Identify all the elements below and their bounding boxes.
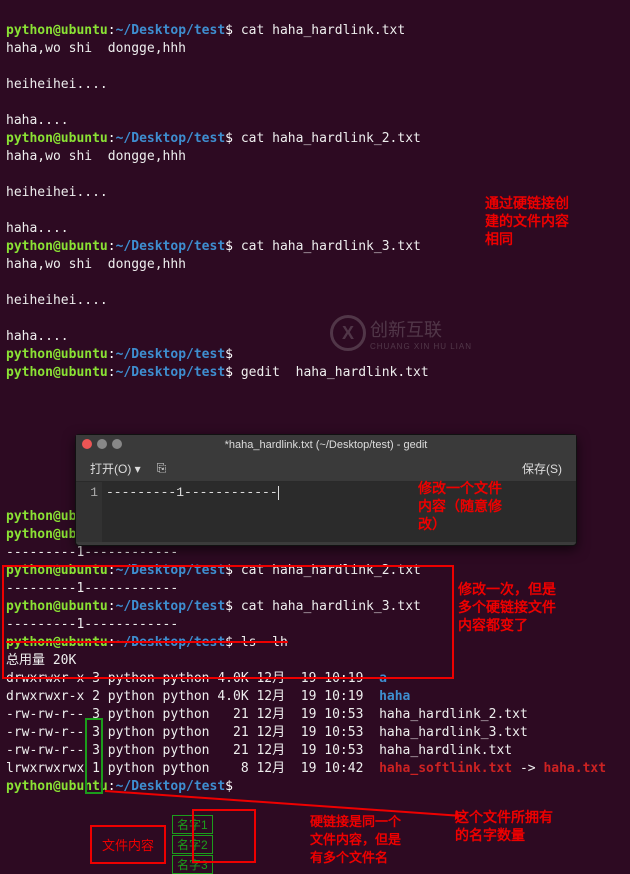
output-line: haha,wo shi dongge,hhh <box>6 257 186 272</box>
prompt: python@ubuntu:~/Desktop/test$ <box>6 599 233 614</box>
diagram-box: 文件内容 <box>90 825 166 864</box>
save-button[interactable]: 保存(S) <box>514 458 570 479</box>
annotation: 修改一个文件内容（随意修改） <box>418 479 502 533</box>
diagram-cell: 名字1 <box>172 815 213 834</box>
prompt: python@ubuntu:~/Desktop/test$ <box>6 563 233 578</box>
cmd: cat haha_hardlink_3.txt <box>241 239 421 254</box>
cmd: cat haha_hardlink_3.txt <box>241 599 421 614</box>
ls-row: -rw-rw-r-- 3 python python 21 12月 19 10:… <box>6 743 512 758</box>
close-icon[interactable] <box>82 439 92 449</box>
prompt: python@ubuntu:~/Desktop/test$ <box>6 239 233 254</box>
output-line: haha,wo shi dongge,hhh <box>6 149 186 164</box>
cmd: cat haha_hardlink_2.txt <box>241 563 421 578</box>
new-tab-icon[interactable]: ⎘ <box>149 459 175 478</box>
ls-row: lrwxrwxrwx 1 python python 8 12月 19 10:4… <box>6 761 606 776</box>
gedit-title: *haha_hardlink.txt (~/Desktop/test) - ge… <box>225 439 428 451</box>
prompt: python@ubuntu:~/Desktop/test$ <box>6 131 233 146</box>
open-button[interactable]: 打开(O) ▾ <box>82 458 149 479</box>
ls-row: drwxrwxr-x 2 python python 4.0K 12月 19 1… <box>6 689 410 704</box>
prompt: python@ubuntu:~/Desktop/test$ <box>6 347 233 362</box>
watermark: X 创新互联 CHUANG XIN HU LIAN <box>330 315 472 351</box>
strikethrough-line: python@ubuntu:~/Desktop/test$ ls lh <box>6 635 288 650</box>
output-line: heiheihei.... <box>6 293 108 308</box>
window-controls[interactable] <box>82 439 122 449</box>
output-line: haha.... <box>6 221 69 236</box>
diagram-cell: 名字2 <box>172 835 213 854</box>
prompt: python@ubuntu:~/Desktop/test$ <box>6 365 233 380</box>
annotation: 修改一次，但是多个硬链接文件内容都变了 <box>458 580 556 634</box>
output-line: ---------1------------ <box>6 617 178 632</box>
diagram-cell: 名字3 <box>172 855 213 874</box>
terminal: python@ubuntu:~/Desktop/test$ cat haha_h… <box>0 0 630 800</box>
output-line: ---------1------------ <box>6 545 178 560</box>
output-line: haha.... <box>6 113 69 128</box>
annotation: 硬链接是同一个文件内容，但是有多个文件名 <box>310 813 401 867</box>
cmd: cat haha_hardlink_2.txt <box>241 131 421 146</box>
line-number: 1 <box>76 482 102 542</box>
gedit-toolbar: 打开(O) ▾ ⎘ 保存(S) <box>76 455 576 482</box>
watermark-icon: X <box>330 315 366 351</box>
minimize-icon[interactable] <box>97 439 107 449</box>
prompt: python@ubuntu:~/Desktop/test$ <box>6 23 233 38</box>
output-line: heiheihei.... <box>6 185 108 200</box>
diagram: 文件内容 名字1 名字2 名字3 <box>90 815 213 874</box>
ls-row: drwxrwxr-x 3 python python 4.0K 12月 19 1… <box>6 671 387 686</box>
maximize-icon[interactable] <box>112 439 122 449</box>
editor-content[interactable]: ---------1------------ <box>102 482 576 542</box>
gedit-titlebar[interactable]: *haha_hardlink.txt (~/Desktop/test) - ge… <box>76 435 576 455</box>
cmd: cat haha_hardlink.txt <box>241 23 405 38</box>
output-line: ---------1------------ <box>6 581 178 596</box>
output-line: haha.... <box>6 329 69 344</box>
annotation: 这个文件所拥有的名字数量 <box>455 808 553 844</box>
text-cursor-icon <box>278 486 279 500</box>
annotation: 通过硬链接创建的文件内容相同 <box>485 194 569 248</box>
cmd: gedit haha_hardlink.txt <box>241 365 429 380</box>
ls-row: -rw-rw-r-- 3 python python 21 12月 19 10:… <box>6 707 528 722</box>
ls-total: 总用量 20K <box>6 653 76 668</box>
output-line: haha,wo shi dongge,hhh <box>6 41 186 56</box>
output-line: heiheihei.... <box>6 77 108 92</box>
ls-row: -rw-rw-r-- 3 python python 21 12月 19 10:… <box>6 725 528 740</box>
